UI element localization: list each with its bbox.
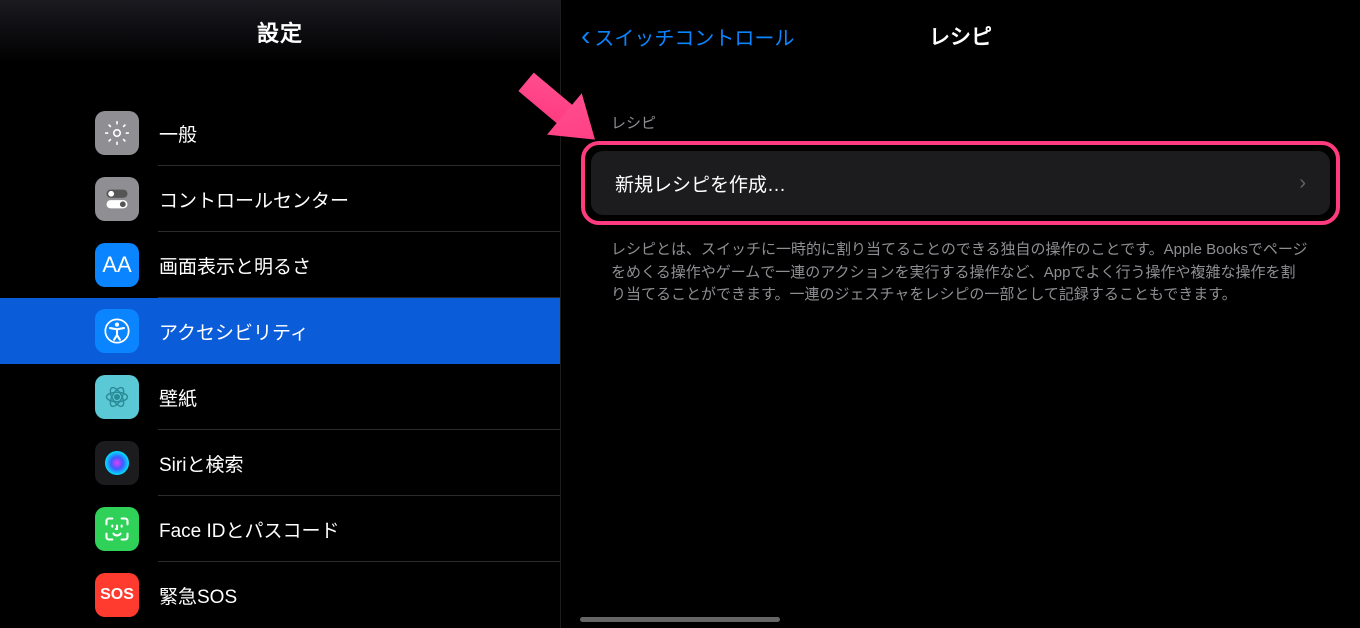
detail-pane: ‹ スイッチコントロール レシピ レシピ 新規レシピを作成… › レシピとは、ス… — [560, 0, 1360, 628]
section-label: レシピ — [611, 112, 1340, 133]
sidebar-item-control-center[interactable]: コントロールセンター — [0, 166, 560, 232]
sidebar-item-general[interactable]: 一般 — [0, 100, 560, 166]
sidebar-item-label: 壁紙 — [159, 384, 197, 411]
sos-icon: SOS — [95, 573, 139, 617]
sidebar-item-faceid[interactable]: Face IDとパスコード — [0, 496, 560, 562]
sidebar-item-label: アクセシビリティ — [159, 318, 309, 345]
siri-icon — [95, 441, 139, 485]
create-recipe-label: 新規レシピを作成… — [615, 170, 786, 197]
faceid-icon — [95, 507, 139, 551]
sidebar-item-label: 緊急SOS — [159, 582, 237, 609]
sidebar-list: 一般 コントロールセンター AA 画面表示と明るさ — [0, 100, 560, 628]
sidebar-title: 設定 — [257, 16, 303, 48]
sidebar-item-sos[interactable]: SOS 緊急SOS — [0, 562, 560, 628]
home-indicator[interactable] — [580, 617, 780, 622]
sidebar-header: 設定 — [0, 0, 560, 63]
sidebar-item-siri[interactable]: Siriと検索 — [0, 430, 560, 496]
sidebar-item-label: コントロールセンター — [159, 186, 349, 213]
sidebar-item-label: Siriと検索 — [159, 450, 243, 477]
accessibility-icon — [95, 309, 139, 353]
chevron-right-icon: › — [1299, 172, 1306, 195]
sidebar-item-display[interactable]: AA 画面表示と明るさ — [0, 232, 560, 298]
chevron-left-icon: ‹ — [581, 20, 590, 52]
section-footer-text: レシピとは、スイッチに一時的に割り当てることのできる独自の操作のことです。App… — [611, 239, 1310, 307]
detail-title: レシピ — [929, 21, 992, 51]
highlight-annotation: 新規レシピを作成… › — [581, 141, 1340, 225]
sidebar-item-accessibility[interactable]: アクセシビリティ — [0, 298, 560, 364]
back-button[interactable]: ‹ スイッチコントロール — [581, 20, 794, 52]
sidebar-item-wallpaper[interactable]: 壁紙 — [0, 364, 560, 430]
sidebar-item-label: Face IDとパスコード — [159, 516, 340, 543]
wallpaper-icon — [95, 375, 139, 419]
sidebar-item-label: 画面表示と明るさ — [159, 252, 311, 279]
detail-header: ‹ スイッチコントロール レシピ — [561, 0, 1360, 72]
gear-icon — [95, 111, 139, 155]
sidebar-item-label: 一般 — [159, 120, 197, 147]
text-size-icon: AA — [95, 243, 139, 287]
toggle-icon — [95, 177, 139, 221]
back-label: スイッチコントロール — [594, 22, 794, 51]
create-recipe-row[interactable]: 新規レシピを作成… › — [591, 151, 1330, 215]
settings-sidebar: 設定 一般 コントロールセンター AA — [0, 0, 560, 628]
